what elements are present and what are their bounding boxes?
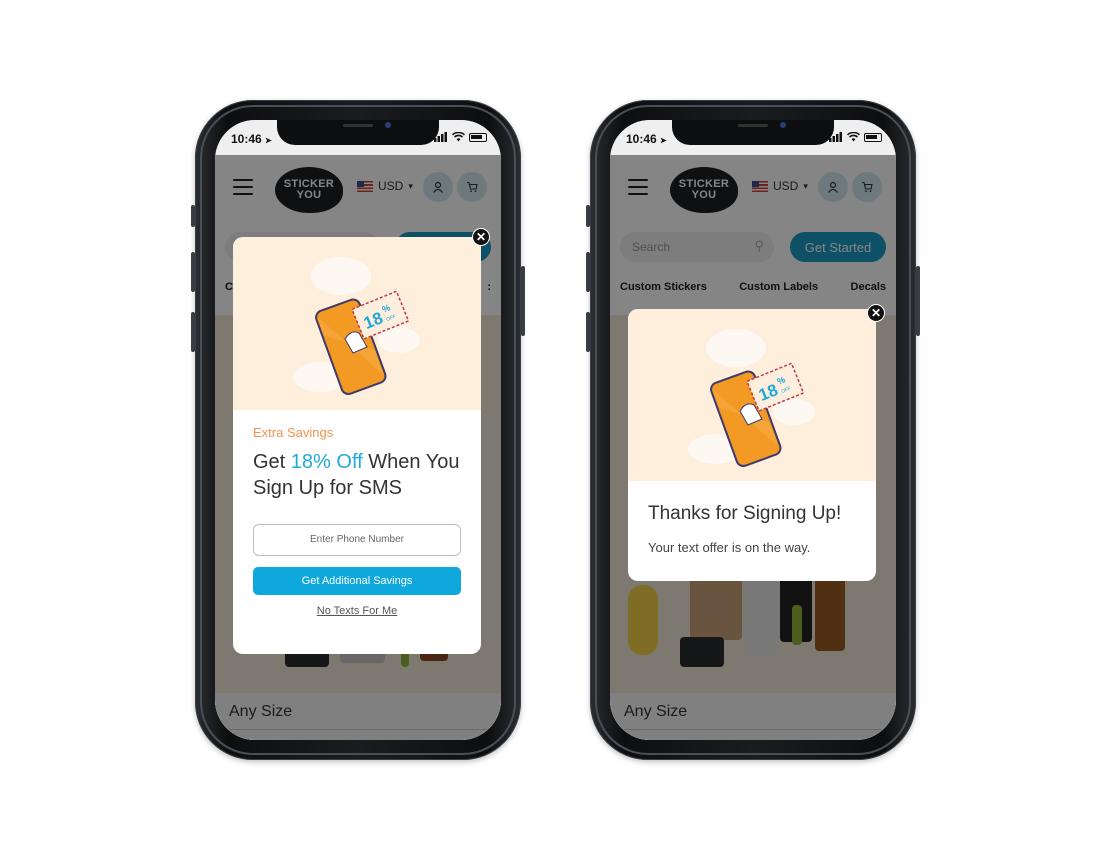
- camera: [385, 122, 391, 128]
- sms-illustration: 18 % OFF: [628, 309, 876, 481]
- no-texts-link[interactable]: No Texts For Me: [233, 605, 481, 617]
- power-button: [521, 266, 525, 336]
- phone-coupon-illustration: 18 % OFF: [315, 290, 410, 395]
- system-icons: [829, 132, 882, 142]
- status-time: 10:46 ➤: [626, 132, 667, 146]
- power-button: [916, 266, 920, 336]
- thanks-modal: 18 % OFF ✕ Thanks for Signing Up! Your t…: [628, 304, 885, 581]
- battery-icon: [864, 132, 882, 142]
- get-additional-savings-button[interactable]: Get Additional Savings: [253, 567, 461, 595]
- camera: [780, 122, 786, 128]
- phone-mockup-left: 10:46 ➤ STICKER YOU USD ▾ C: Any Size 1…: [191, 100, 525, 760]
- notch: [277, 120, 439, 145]
- phone-coupon-illustration: 18 % OFF: [710, 362, 805, 467]
- eyebrow-text: Extra Savings: [253, 425, 334, 440]
- phone-screen: 10:46 ➤ STICKER YOU: [610, 120, 896, 740]
- system-icons: [434, 132, 487, 142]
- close-modal-button[interactable]: ✕: [867, 304, 885, 322]
- phone-mockup-right: 10:46 ➤ STICKER YOU USD ▾ Search ⚲ Get S…: [586, 100, 920, 760]
- phone-screen: 10:46 ➤ STICKER YOU: [215, 120, 501, 740]
- wifi-icon: [452, 132, 465, 142]
- speaker: [738, 124, 768, 127]
- notch: [672, 120, 834, 145]
- status-bar: 10:46 ➤: [215, 120, 501, 155]
- modal-headline: Get 18% Off When You Sign Up for SMS: [253, 451, 460, 499]
- close-modal-button[interactable]: ✕: [472, 228, 490, 246]
- speaker: [343, 124, 373, 127]
- status-bar: 10:46 ➤: [610, 120, 896, 155]
- battery-icon: [469, 132, 487, 142]
- thanks-title: Thanks for Signing Up!: [648, 503, 842, 524]
- signal-icon: [829, 132, 842, 142]
- mockup-stage: 10:46 ➤ STICKER YOU USD ▾ C: Any Size 1…: [0, 0, 1110, 861]
- status-time: 10:46 ➤: [231, 132, 272, 146]
- sms-signup-modal: 18 % OFF ✕ Extra Savings Get 18% Off Whe…: [233, 228, 490, 654]
- thanks-subtitle: Your text offer is on the way.: [648, 540, 811, 555]
- wifi-icon: [847, 132, 860, 142]
- discount-highlight: 18% Off: [290, 451, 363, 473]
- signal-icon: [434, 132, 447, 142]
- phone-number-input[interactable]: Enter Phone Number: [253, 524, 461, 556]
- sms-illustration: 18 % OFF: [233, 237, 481, 410]
